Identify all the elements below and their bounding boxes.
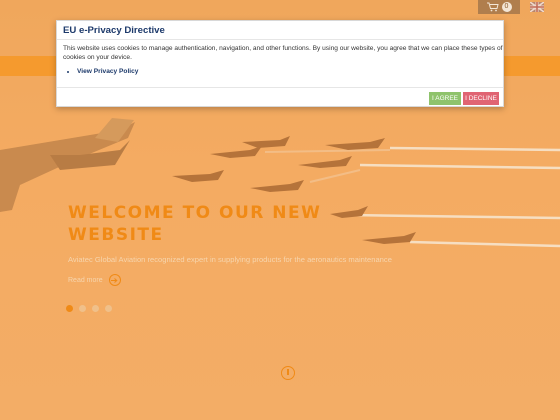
top-bar: 0 [478,0,560,14]
dialog-title: EU e-Privacy Directive [63,25,165,36]
uk-flag-icon[interactable] [530,2,544,12]
hero-subtitle: Aviatec Global Aviation recognized exper… [68,255,392,264]
hero-title-line-2: WEBSITE [68,225,164,245]
policy-list-item: View Privacy Policy [77,68,497,75]
dialog-header: EU e-Privacy Directive [57,21,503,40]
slider-dot-2[interactable] [79,305,86,312]
slider-dot-1[interactable] [66,305,73,312]
hero-title: WELCOME TO OUR NEW WEBSITE [68,202,368,246]
cookie-notice-text: This website uses cookies to manage auth… [63,45,503,61]
slider-dot-4[interactable] [105,305,112,312]
arrow-circle-icon [108,274,121,286]
read-more-link[interactable]: Read more [68,274,121,286]
agree-button[interactable]: I AGREE [429,92,461,105]
privacy-policy-link[interactable]: View Privacy Policy [77,68,138,75]
slider-dots [66,305,112,312]
read-more-label: Read more [68,276,103,284]
cart-button[interactable]: 0 [478,0,520,14]
policy-list: View Privacy Policy [63,68,497,75]
scroll-down-icon[interactable] [281,366,295,380]
dialog-body: This website uses cookies to manage auth… [57,40,503,75]
cart-icon [486,2,499,12]
cookie-consent-dialog: EU e-Privacy Directive This website uses… [56,20,504,107]
decline-button[interactable]: I DECLINE [463,92,499,105]
slider-dot-3[interactable] [92,305,99,312]
hero-title-line-1: WELCOME TO OUR NEW [68,203,322,223]
cart-count-badge: 0 [501,2,512,12]
dialog-footer: I AGREE I DECLINE [57,87,503,108]
